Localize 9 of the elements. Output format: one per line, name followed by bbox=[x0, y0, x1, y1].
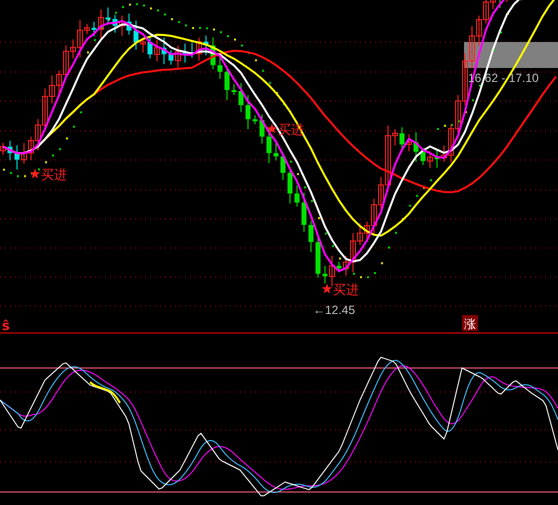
star-icon bbox=[30, 168, 40, 178]
buy-signal-label: 买进 bbox=[333, 283, 359, 298]
low-price-label: ←12.45 bbox=[313, 303, 356, 317]
star-icon bbox=[322, 284, 332, 294]
indicator-highlight bbox=[89, 381, 121, 404]
buy-signal-label: 买进 bbox=[41, 168, 67, 183]
rise-badge: 涨 bbox=[462, 315, 478, 331]
star-icon bbox=[266, 124, 278, 134]
signal-marker: ŝ bbox=[2, 319, 10, 334]
